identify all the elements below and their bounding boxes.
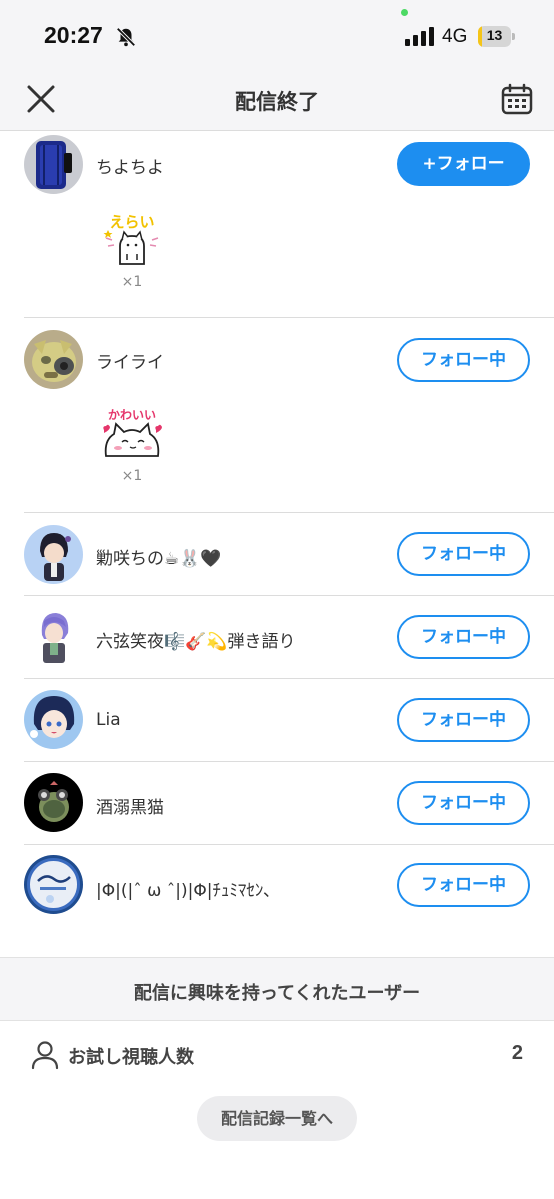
privacy-indicator-dot bbox=[401, 9, 408, 16]
interested-users-label: 配信に興味を持ってくれたユーザー bbox=[133, 983, 421, 1004]
gift-count: ×1 bbox=[121, 274, 143, 290]
header: 配信終了 bbox=[0, 72, 554, 131]
status-time: 20:27 bbox=[44, 22, 103, 48]
stream-history-button[interactable]: 配信記録一覧へ bbox=[197, 1096, 357, 1141]
user-row: |Φ|(|ˆ ω ˆ|)|Φ|ﾁｭﾐﾏｾﾝ､ フォロー中 bbox=[0, 845, 554, 929]
erai-cat-sticker: えらい bbox=[103, 213, 159, 265]
avatar[interactable] bbox=[24, 773, 83, 832]
network-type: 4G bbox=[442, 26, 468, 47]
user-row: Lia フォロー中 bbox=[0, 679, 554, 762]
username[interactable]: 勦咲ちの☕🐰🖤 bbox=[96, 544, 222, 569]
avatar[interactable] bbox=[24, 525, 83, 584]
avatar[interactable] bbox=[24, 690, 83, 749]
trial-viewers-count: 2 bbox=[511, 1042, 523, 1064]
user-row: ライライ フォロー中 かわいい ×1 bbox=[0, 318, 554, 513]
username[interactable]: 六弦笑夜🎼🎸💫弾き語り bbox=[96, 627, 296, 652]
bell-muted-icon bbox=[116, 27, 136, 47]
user-row: 酒溺黒猫 フォロー中 bbox=[0, 762, 554, 845]
following-button[interactable]: フォロー中 bbox=[397, 532, 530, 576]
gift-item: かわいい ×1 bbox=[100, 404, 164, 484]
username[interactable]: 酒溺黒猫 bbox=[96, 793, 164, 818]
trial-viewers-label: お試し視聴人数 bbox=[68, 1047, 194, 1068]
interested-users-section: 配信に興味を持ってくれたユーザー bbox=[0, 957, 554, 1021]
following-button[interactable]: フォロー中 bbox=[397, 698, 530, 742]
calendar-icon[interactable] bbox=[501, 83, 533, 115]
gift-count: ×1 bbox=[121, 468, 143, 484]
signal-icon bbox=[405, 27, 434, 46]
username[interactable]: |Φ|(|ˆ ω ˆ|)|Φ|ﾁｭﾐﾏｾﾝ､ bbox=[96, 876, 272, 901]
user-row: ちよちよ +フォロー えらい ×1 bbox=[0, 132, 554, 318]
status-bar: 20:27 4G 13 bbox=[0, 0, 554, 72]
svg-text:かわいい: かわいい bbox=[108, 408, 156, 422]
kawaii-cat-sticker: かわいい bbox=[103, 408, 162, 457]
following-button[interactable]: フォロー中 bbox=[397, 781, 530, 825]
page-title: 配信終了 bbox=[235, 90, 319, 114]
avatar[interactable] bbox=[24, 330, 83, 389]
following-button[interactable]: フォロー中 bbox=[397, 863, 530, 907]
avatar[interactable] bbox=[24, 607, 83, 666]
username[interactable]: ライライ bbox=[96, 348, 164, 373]
user-row: 勦咲ちの☕🐰🖤 フォロー中 bbox=[0, 513, 554, 596]
avatar[interactable] bbox=[24, 135, 83, 194]
person-icon bbox=[31, 1041, 59, 1070]
following-button[interactable]: フォロー中 bbox=[397, 338, 530, 382]
avatar[interactable] bbox=[24, 855, 83, 914]
battery-level: 13 bbox=[486, 27, 503, 43]
following-button[interactable]: フォロー中 bbox=[397, 615, 530, 659]
battery-icon: 13 bbox=[478, 26, 515, 47]
trial-viewers-row: お試し視聴人数 2 bbox=[0, 1021, 554, 1087]
username[interactable]: Lia bbox=[96, 710, 121, 730]
svg-text:えらい: えらい bbox=[109, 213, 154, 231]
follow-button[interactable]: +フォロー bbox=[397, 142, 530, 186]
gift-item: えらい ×1 bbox=[100, 210, 164, 290]
username[interactable]: ちよちよ bbox=[96, 153, 164, 178]
user-row: 六弦笑夜🎼🎸💫弾き語り フォロー中 bbox=[0, 596, 554, 679]
